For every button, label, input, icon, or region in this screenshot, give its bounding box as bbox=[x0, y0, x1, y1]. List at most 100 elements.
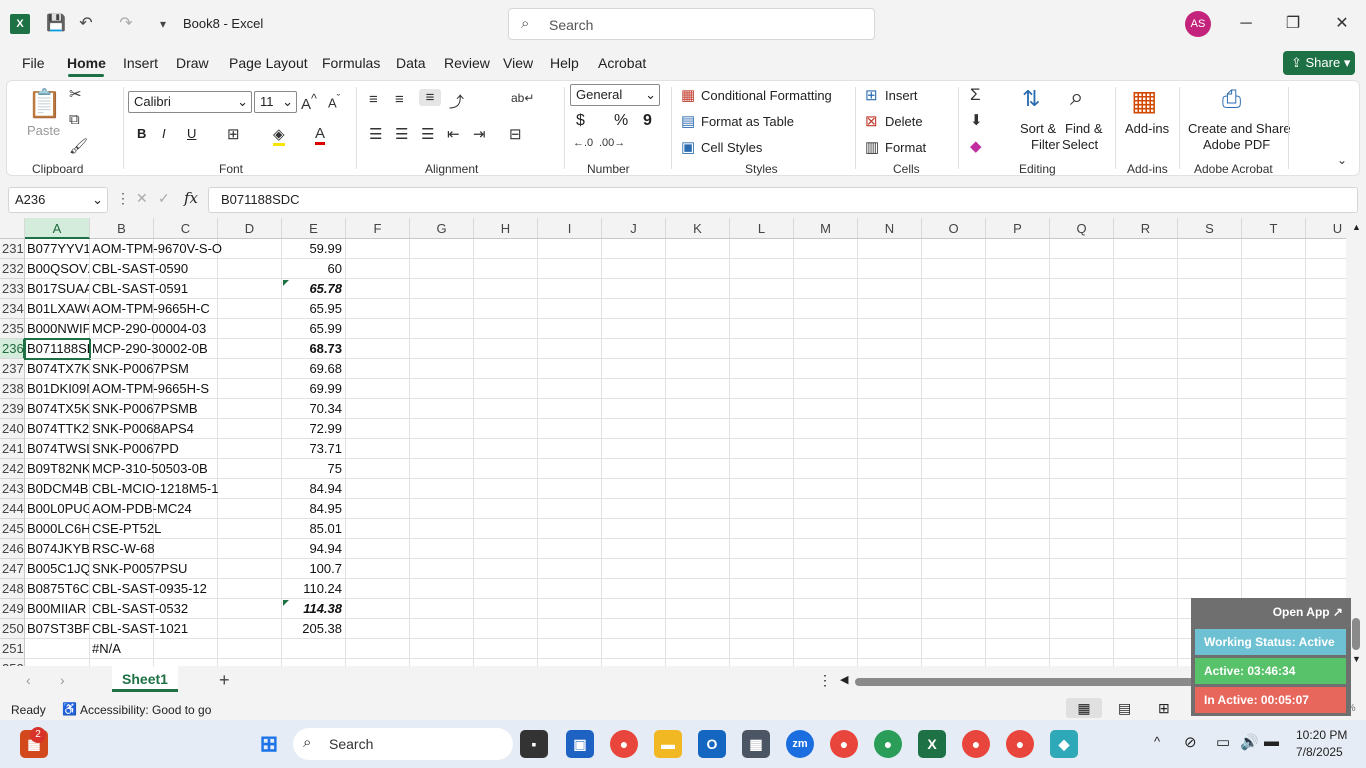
cell[interactable] bbox=[666, 239, 730, 259]
cell[interactable] bbox=[666, 499, 730, 519]
cell[interactable] bbox=[1050, 499, 1114, 519]
cell[interactable] bbox=[474, 599, 538, 619]
cell[interactable] bbox=[1242, 259, 1306, 279]
cell-asin[interactable]: B07ST3BF bbox=[25, 619, 90, 639]
cell[interactable] bbox=[1178, 419, 1242, 439]
cell[interactable] bbox=[602, 639, 666, 659]
cell[interactable] bbox=[1178, 279, 1242, 299]
cell[interactable] bbox=[1242, 319, 1306, 339]
font-size-select[interactable]: 11 ⌄ bbox=[254, 91, 297, 113]
cell[interactable] bbox=[538, 359, 602, 379]
cell[interactable] bbox=[1050, 239, 1114, 259]
cell[interactable] bbox=[730, 419, 794, 439]
cell[interactable] bbox=[858, 399, 922, 419]
cell-price[interactable]: 69.99 bbox=[282, 379, 346, 399]
cell[interactable] bbox=[666, 299, 730, 319]
cell[interactable] bbox=[218, 439, 282, 459]
cell[interactable] bbox=[986, 579, 1050, 599]
cell[interactable] bbox=[602, 359, 666, 379]
cell-part-number[interactable]: SNK-P0068APS4 bbox=[90, 419, 194, 439]
cell[interactable] bbox=[858, 319, 922, 339]
cell[interactable] bbox=[218, 459, 282, 479]
cell-asin[interactable]: B074TX7K bbox=[25, 359, 90, 379]
cell-part-number[interactable]: #N/A bbox=[90, 639, 154, 659]
close-button[interactable]: ✕ bbox=[1327, 10, 1357, 38]
row-header[interactable]: 251 bbox=[0, 639, 25, 659]
cell[interactable] bbox=[410, 319, 474, 339]
cell[interactable] bbox=[602, 519, 666, 539]
cell-asin[interactable]: B00MIIAR bbox=[25, 599, 90, 619]
scroll-down-icon[interactable]: ▼ bbox=[1352, 654, 1361, 664]
cell-price[interactable]: 59.99 bbox=[282, 239, 346, 259]
cell[interactable] bbox=[1242, 579, 1306, 599]
cell-part-number[interactable]: SNK-P0067PSMB bbox=[90, 399, 198, 419]
cell[interactable] bbox=[858, 519, 922, 539]
cell[interactable] bbox=[922, 439, 986, 459]
cell-price[interactable]: 65.95 bbox=[282, 299, 346, 319]
cell[interactable] bbox=[794, 499, 858, 519]
cell-part-number[interactable] bbox=[90, 659, 154, 666]
cell-part-number[interactable]: CBL-MCIO-1218M5-1 bbox=[90, 479, 218, 499]
cell[interactable] bbox=[794, 419, 858, 439]
cell[interactable] bbox=[794, 519, 858, 539]
cell[interactable] bbox=[1178, 459, 1242, 479]
cell[interactable] bbox=[602, 339, 666, 359]
cell[interactable] bbox=[666, 439, 730, 459]
cell[interactable] bbox=[1306, 539, 1346, 559]
merge-center-icon[interactable]: ⊟ bbox=[509, 125, 522, 143]
cell[interactable] bbox=[1050, 479, 1114, 499]
cell[interactable] bbox=[602, 259, 666, 279]
tab-file[interactable]: File bbox=[22, 55, 45, 71]
column-header[interactable]: N bbox=[858, 218, 922, 239]
cell[interactable] bbox=[538, 519, 602, 539]
wrap-text-icon[interactable]: ab↵ bbox=[511, 91, 534, 105]
cell[interactable] bbox=[1114, 259, 1178, 279]
column-header[interactable]: S bbox=[1178, 218, 1242, 239]
cell[interactable] bbox=[538, 579, 602, 599]
clear-icon[interactable]: ◆ bbox=[970, 137, 982, 155]
cell[interactable] bbox=[410, 379, 474, 399]
cell[interactable] bbox=[1050, 359, 1114, 379]
row-header[interactable]: 233 bbox=[0, 279, 25, 299]
cell[interactable] bbox=[730, 259, 794, 279]
cell[interactable] bbox=[858, 379, 922, 399]
cell[interactable] bbox=[1306, 359, 1346, 379]
taskbar-search[interactable]: ⌕ Search bbox=[293, 728, 513, 760]
create-pdf-label-1[interactable]: Create and Share bbox=[1188, 121, 1291, 136]
cell[interactable] bbox=[1178, 539, 1242, 559]
cell[interactable] bbox=[1242, 399, 1306, 419]
cell[interactable] bbox=[218, 379, 282, 399]
fill-icon[interactable]: ⬇ bbox=[970, 111, 983, 129]
cell[interactable] bbox=[474, 299, 538, 319]
column-header[interactable]: Q bbox=[1050, 218, 1114, 239]
cell[interactable] bbox=[730, 499, 794, 519]
cell[interactable] bbox=[922, 379, 986, 399]
cell[interactable] bbox=[410, 279, 474, 299]
cell[interactable] bbox=[346, 279, 410, 299]
avatar[interactable]: AS bbox=[1185, 11, 1211, 37]
cell[interactable] bbox=[602, 559, 666, 579]
cell[interactable] bbox=[858, 539, 922, 559]
cell[interactable] bbox=[474, 399, 538, 419]
collapse-ribbon-icon[interactable]: ⌄ bbox=[1337, 153, 1347, 167]
format-cells-button[interactable]: Format bbox=[885, 140, 926, 155]
cell[interactable] bbox=[730, 459, 794, 479]
cell[interactable] bbox=[730, 319, 794, 339]
row-header[interactable]: 240 bbox=[0, 419, 25, 439]
column-header[interactable]: U bbox=[1306, 218, 1346, 239]
cell[interactable] bbox=[858, 299, 922, 319]
cell[interactable] bbox=[858, 359, 922, 379]
cell-price[interactable]: 68.73 bbox=[282, 339, 346, 359]
find-select-label-1[interactable]: Find & bbox=[1065, 121, 1103, 136]
cell[interactable] bbox=[602, 599, 666, 619]
cell[interactable] bbox=[1114, 599, 1178, 619]
cell[interactable] bbox=[794, 579, 858, 599]
cell[interactable] bbox=[1306, 419, 1346, 439]
cell[interactable] bbox=[986, 379, 1050, 399]
cell[interactable] bbox=[346, 659, 410, 666]
cell-asin[interactable]: B074TTK2 bbox=[25, 419, 90, 439]
cell[interactable] bbox=[1306, 259, 1346, 279]
cell[interactable] bbox=[794, 459, 858, 479]
percent-button[interactable]: % bbox=[614, 112, 628, 130]
cell[interactable] bbox=[218, 599, 282, 619]
